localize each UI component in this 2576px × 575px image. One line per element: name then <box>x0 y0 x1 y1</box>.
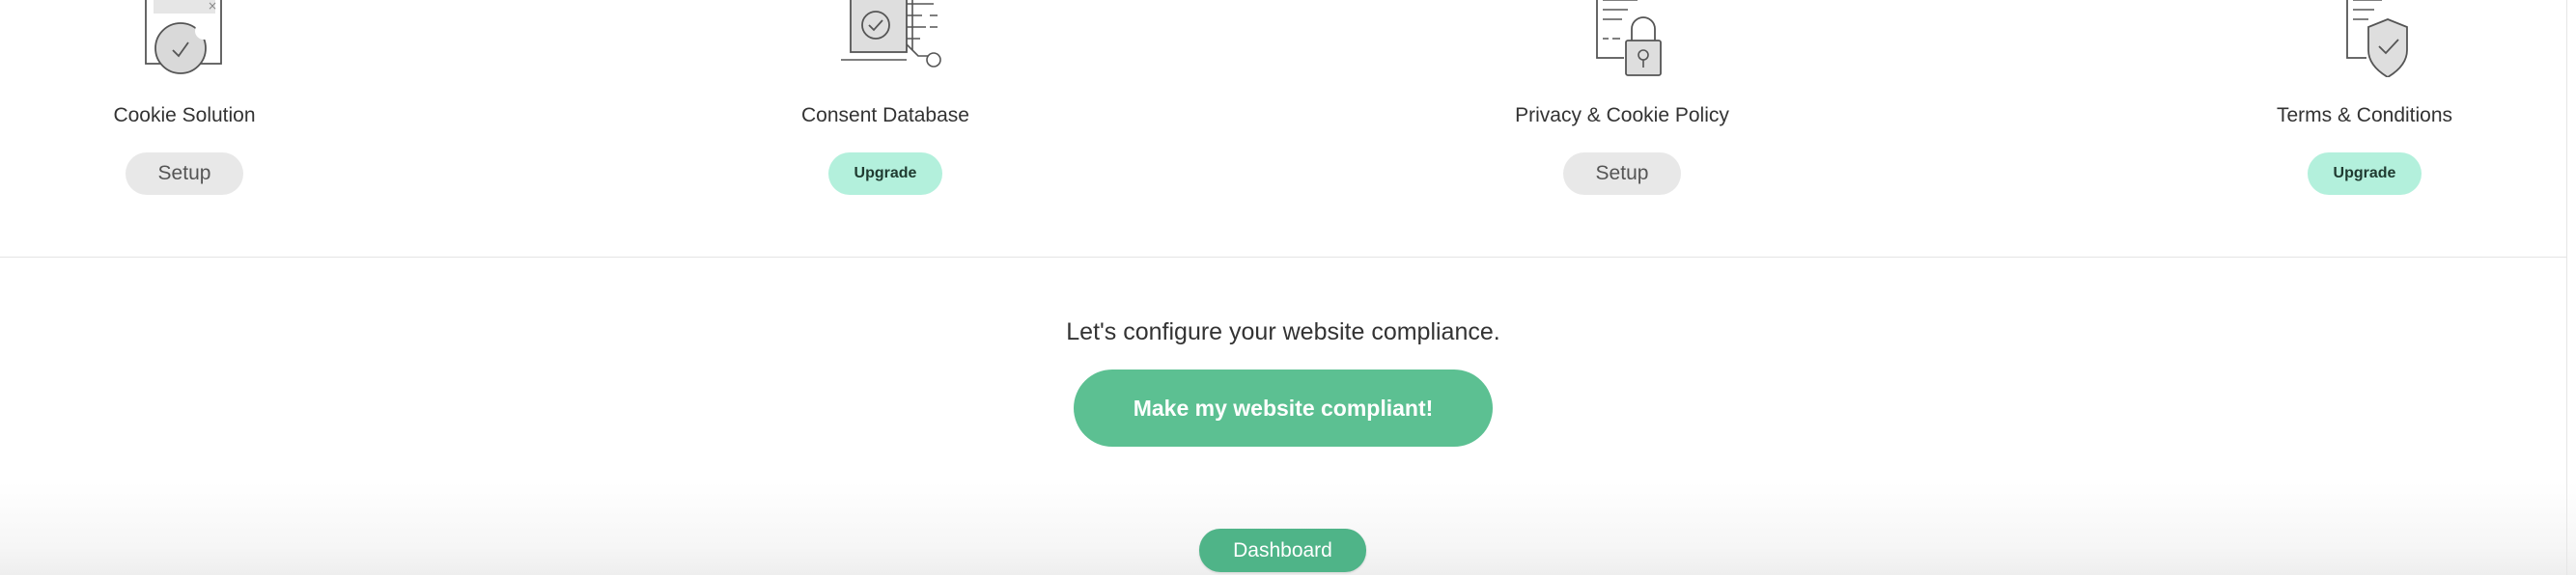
dashboard-button[interactable]: Dashboard <box>1199 529 1366 572</box>
upgrade-button[interactable]: Upgrade <box>828 152 942 195</box>
section-divider <box>0 257 2566 258</box>
make-compliant-button[interactable]: Make my website compliant! <box>1074 370 1493 447</box>
cookie-solution-icon: × <box>88 0 281 81</box>
privacy-policy-lock-icon <box>1526 0 1719 81</box>
setup-button[interactable]: Setup <box>126 152 243 195</box>
setup-button[interactable]: Setup <box>1563 152 1681 195</box>
page: × Cookie Solution Setup Consent Database <box>0 0 2576 575</box>
consent-database-icon <box>789 0 982 81</box>
product-title: Privacy & Cookie Policy <box>1515 104 1729 126</box>
product-tile-cookie-solution: × Cookie Solution Setup <box>0 0 378 195</box>
product-title: Terms & Conditions <box>2276 104 2453 126</box>
product-tile-terms-conditions: Terms & Conditions Upgrade <box>2171 0 2558 195</box>
upgrade-button[interactable]: Upgrade <box>2308 152 2422 195</box>
right-edge-divider <box>2566 0 2567 575</box>
product-tile-consent-database: Consent Database Upgrade <box>692 0 1078 195</box>
cta-heading: Let's configure your website compliance. <box>1066 318 1500 345</box>
product-title: Consent Database <box>801 104 969 126</box>
terms-shield-icon <box>2268 0 2461 81</box>
product-tile-privacy-cookie-policy: Privacy & Cookie Policy Setup <box>1429 0 1815 195</box>
svg-text:×: × <box>208 0 217 13</box>
product-title: Cookie Solution <box>113 104 256 126</box>
